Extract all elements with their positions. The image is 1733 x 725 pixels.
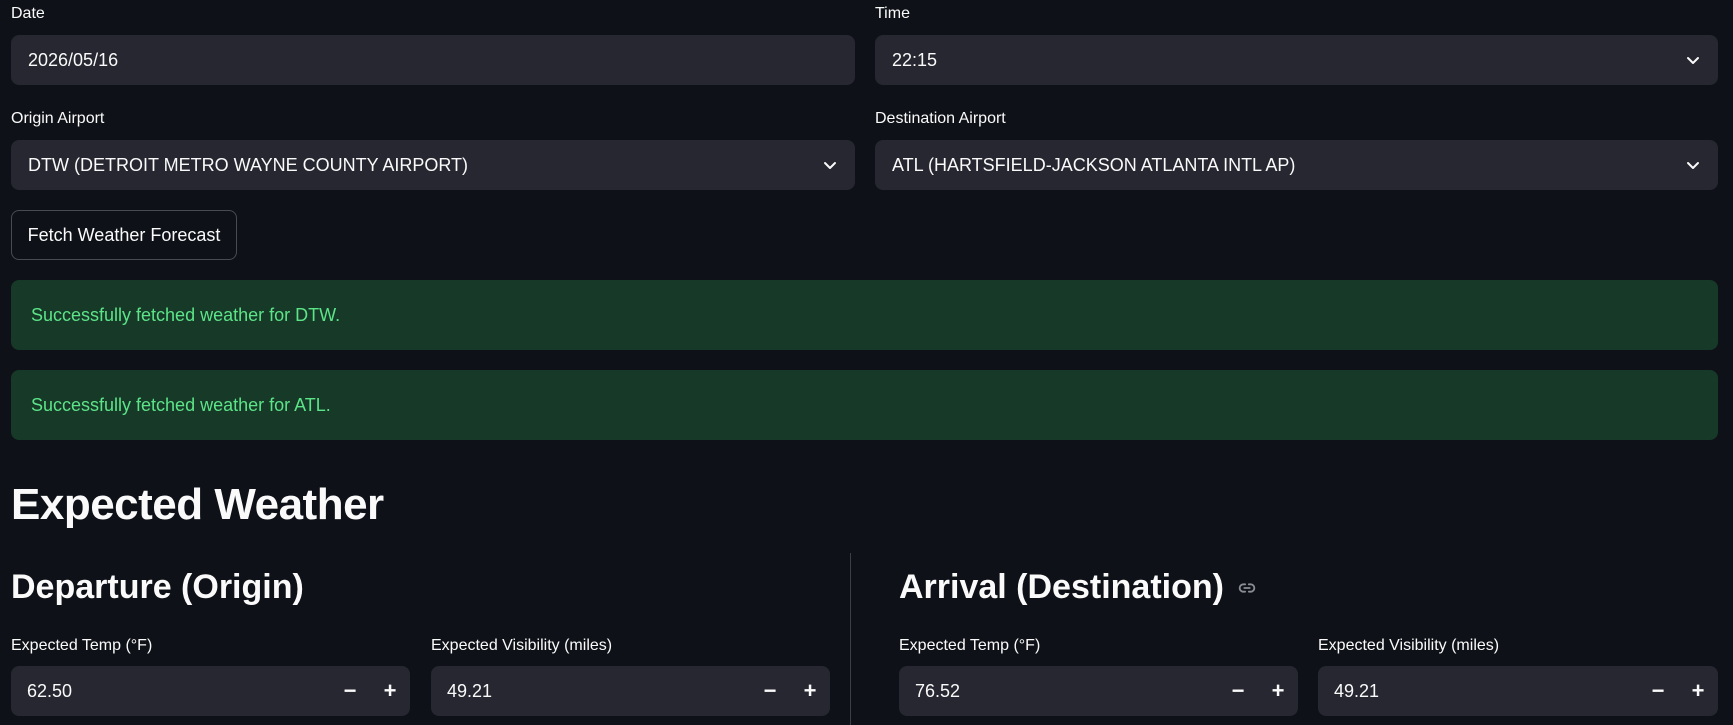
origin-select[interactable]: DTW (DETROIT METRO WAYNE COUNTY AIRPORT)	[11, 140, 855, 190]
arrival-vis-input[interactable]: 49.21 − +	[1318, 666, 1718, 716]
alert-text: Successfully fetched weather for ATL.	[31, 394, 331, 415]
arrival-title: Arrival (Destination)	[899, 568, 1258, 607]
decrement-button[interactable]: −	[750, 666, 790, 716]
departure-temp-label: Expected Temp (°F)	[11, 637, 153, 654]
increment-button[interactable]: +	[1678, 666, 1718, 716]
arrival-temp-value: 76.52	[915, 680, 961, 701]
departure-temp-value: 62.50	[27, 680, 73, 701]
departure-temp-input[interactable]: 62.50 − +	[11, 666, 410, 716]
column-divider	[850, 553, 851, 725]
time-value: 22:15	[892, 49, 938, 70]
departure-vis-label: Expected Visibility (miles)	[431, 637, 613, 654]
arrival-vis-label: Expected Visibility (miles)	[1318, 637, 1500, 654]
origin-label: Origin Airport	[11, 110, 105, 127]
destination-label: Destination Airport	[875, 110, 1006, 127]
decrement-button[interactable]: −	[330, 666, 370, 716]
time-label: Time	[875, 5, 910, 22]
destination-value: ATL (HARTSFIELD-JACKSON ATLANTA INTL AP)	[892, 154, 1296, 175]
link-icon[interactable]	[1236, 577, 1258, 599]
arrival-temp-label: Expected Temp (°F)	[899, 637, 1041, 654]
arrival-title-text: Arrival (Destination)	[899, 568, 1224, 606]
fetch-weather-button[interactable]: Fetch Weather Forecast	[11, 210, 237, 260]
increment-button[interactable]: +	[790, 666, 830, 716]
section-title: Expected Weather	[11, 480, 384, 529]
decrement-button[interactable]: −	[1218, 666, 1258, 716]
arrival-temp-input[interactable]: 76.52 − +	[899, 666, 1298, 716]
time-select[interactable]: 22:15	[875, 35, 1718, 85]
departure-vis-value: 49.21	[447, 680, 493, 701]
destination-select[interactable]: ATL (HARTSFIELD-JACKSON ATLANTA INTL AP)	[875, 140, 1718, 190]
arrival-vis-value: 49.21	[1334, 680, 1380, 701]
departure-vis-input[interactable]: 49.21 − +	[431, 666, 830, 716]
increment-button[interactable]: +	[1258, 666, 1298, 716]
decrement-button[interactable]: −	[1638, 666, 1678, 716]
date-value: 2026/05/16	[28, 49, 119, 70]
date-input[interactable]: 2026/05/16	[11, 35, 855, 85]
date-label: Date	[11, 5, 45, 22]
chevron-down-icon	[1684, 156, 1702, 174]
success-alert-destination: Successfully fetched weather for ATL.	[11, 370, 1718, 440]
origin-value: DTW (DETROIT METRO WAYNE COUNTY AIRPORT)	[28, 154, 469, 175]
departure-title-text: Departure (Origin)	[11, 568, 304, 606]
success-alert-origin: Successfully fetched weather for DTW.	[11, 280, 1718, 350]
chevron-down-icon	[821, 156, 839, 174]
chevron-down-icon	[1684, 51, 1702, 69]
alert-text: Successfully fetched weather for DTW.	[31, 304, 341, 325]
departure-title: Departure (Origin)	[11, 568, 304, 607]
increment-button[interactable]: +	[370, 666, 410, 716]
